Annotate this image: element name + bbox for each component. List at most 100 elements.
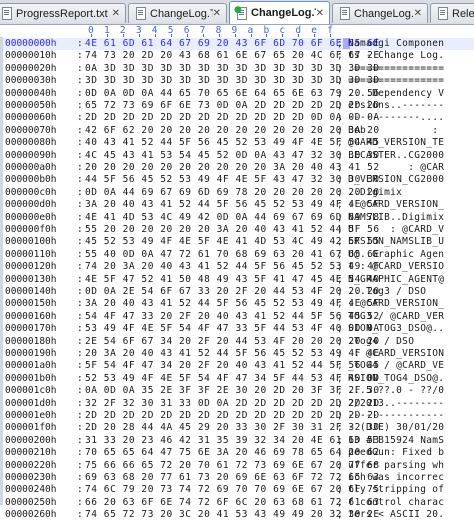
hex-bytes[interactable]: 4E 41 4D 53 4C 49 42 0D 0A 44 69 67 69 6… (85, 212, 380, 224)
ascii-text[interactable]: Namadgi Componen (348, 38, 444, 50)
hex-bytes[interactable]: 54 4F 47 33 20 2F 20 40 43 41 52 44 5F 5… (85, 311, 380, 323)
ascii-text[interactable]: : @CARD_VERSION_ (348, 199, 444, 211)
hex-bytes[interactable]: 69 63 68 20 77 61 73 20 69 6E 63 6F 72 7… (85, 472, 380, 484)
column-separator: ; (337, 112, 343, 124)
ascii-text[interactable]: SION_TOG3_DSO@.. (348, 323, 444, 335)
hex-bytes[interactable]: 55 20 20 20 20 20 20 3A 20 40 43 41 52 4… (85, 224, 380, 236)
column-separator: ; (337, 87, 343, 99)
hex-bytes[interactable]: 44 5F 56 45 52 53 49 4F 4E 5F 43 47 32 3… (85, 174, 380, 186)
hex-bytes[interactable]: 2E 54 6F 67 34 20 2F 20 44 53 4F 20 20 2… (85, 336, 380, 348)
hex-bytes[interactable]: 4E 61 6D 61 64 67 69 20 43 6F 6D 70 6F 6… (85, 38, 380, 50)
hex-bytes[interactable]: 0A 3D 3D 3D 3D 3D 3D 3D 3D 3D 3D 3D 3D 3… (85, 63, 380, 75)
ascii-text[interactable]: t : @CARD_VERSIO (348, 261, 444, 273)
ascii-text[interactable]: LECASTER..CG2000 (348, 150, 444, 162)
hex-bytes[interactable]: 3A 20 40 43 41 52 44 5F 56 45 52 53 49 4… (85, 298, 380, 310)
close-icon[interactable]: ✕ (112, 8, 120, 19)
hex-bytes[interactable]: 0D 0A 2E 54 6F 67 33 20 2F 20 44 53 4F 2… (85, 286, 380, 298)
hex-editor-view[interactable]: 00000000h:4E 61 6D 61 64 67 69 20 43 6F … (0, 37, 474, 520)
tab-label: ChangeLog.TXT (150, 7, 213, 20)
hex-bytes[interactable]: 0D 0A 44 69 67 69 6D 69 78 20 20 20 20 2… (85, 187, 380, 199)
row-address: 00000230h (5, 472, 57, 483)
hex-bytes[interactable]: 2D 2D 2D 2D 2D 2D 2D 2D 2D 2D 2D 2D 0D 0… (85, 112, 380, 124)
hex-bytes[interactable]: 52 53 49 4F 4E 5F 54 4F 47 34 5F 44 53 4… (85, 373, 380, 385)
close-icon[interactable]: ✕ (316, 8, 324, 19)
ascii-text[interactable]: NAMSLIB..Digimix (348, 212, 444, 224)
hex-bytes[interactable]: 75 66 66 65 72 20 70 61 72 73 69 6E 67 2… (85, 460, 380, 472)
hex-bytes[interactable]: 32 2F 32 30 31 33 0D 0A 2D 2D 2D 2D 2D 2… (85, 398, 380, 410)
tab-changelog-active[interactable]: ● ChangeLog.TXT ✕ (229, 1, 330, 24)
hex-bytes[interactable]: 70 65 65 64 47 75 6E 3A 20 46 69 78 65 6… (85, 447, 380, 459)
hex-bytes[interactable]: 3D 3D 3D 3D 3D 3D 3D 3D 3D 3D 3D 3D 3D 3… (85, 75, 380, 87)
hex-bytes[interactable]: 74 65 72 73 20 3C 20 41 53 43 49 49 20 3… (85, 509, 380, 521)
hex-bytes[interactable]: 0D 0A 0D 0A 44 65 70 65 6E 64 65 6E 63 7… (85, 88, 380, 100)
hex-bytes[interactable]: 31 33 20 23 46 42 31 35 39 32 34 20 4E 6… (85, 435, 380, 447)
hex-bytes[interactable]: 40 43 41 52 44 5F 56 45 52 53 49 4F 4E 5… (85, 137, 380, 149)
ascii-text[interactable]: - (DJE) 30/01/20 (348, 422, 444, 434)
ascii-text[interactable]: uffer parsing wh (348, 460, 444, 472)
ascii-text[interactable]: 13 #FB15924 NamS (348, 435, 444, 447)
ascii-text[interactable]: U@..Graphic Agen (348, 249, 444, 261)
hex-bytes[interactable]: 20 20 20 20 20 20 20 20 20 20 3A 20 40 4… (85, 162, 380, 174)
column-separator: ; (337, 174, 343, 186)
ascii-text[interactable]: _TOG4 / @CARD_VE (348, 360, 444, 372)
tab-progressreport[interactable]: ProgressReport.txt ✕ (0, 3, 126, 23)
ascii-text[interactable]: ..Digimix (348, 187, 444, 199)
ascii-text[interactable]: ...5.??.0 - ??/0 (348, 385, 444, 397)
ascii-text[interactable]: ...Tog3 / DSO (348, 286, 444, 298)
ascii-text[interactable]: : @CAR (348, 162, 444, 174)
row-address: 00000180h (5, 335, 57, 347)
ascii-text[interactable]: ================ (348, 75, 444, 87)
row-address: 00000170h (5, 323, 57, 335)
hex-bytes[interactable]: 2D 20 28 44 4A 45 29 20 33 30 2F 30 31 2… (85, 422, 380, 434)
ascii-text[interactable]: tly stripping of (348, 484, 444, 496)
ascii-text[interactable]: ters < ASCII 20. (348, 509, 444, 521)
hex-bytes[interactable]: 5F 54 4F 47 34 20 2F 20 40 43 41 52 44 5… (85, 360, 380, 372)
ascii-text[interactable]: : @CARD_VERSION_ (348, 298, 444, 310)
hex-bytes[interactable]: 4E 5F 47 52 41 50 48 49 43 5F 41 47 45 4… (85, 274, 380, 286)
ascii-text[interactable]: ersions..------- (348, 100, 444, 112)
ascii-text[interactable]: TOG3 / @CARD_VER (348, 311, 444, 323)
hex-bytes[interactable]: 74 6C 79 20 73 74 72 69 70 70 69 6E 67 2… (85, 484, 380, 496)
hex-bytes[interactable]: 45 52 53 49 4F 4E 5F 4E 41 4D 53 4C 49 4… (85, 236, 380, 248)
hex-bytes[interactable]: 0A 0D 0A 35 2E 3F 3F 2E 30 20 2D 20 3F 3… (85, 385, 380, 397)
tab-changelog-1[interactable]: ChangeLog.TXT ✕ (128, 3, 227, 23)
tab-release[interactable]: Relea (430, 3, 474, 23)
address-separator: : (77, 261, 83, 273)
ascii-text[interactable]: ts - Change Log. (348, 50, 444, 62)
ascii-text[interactable]: ich was incorrec (348, 472, 444, 484)
hex-bytes[interactable]: 66 20 63 6F 6E 74 72 6F 6C 20 63 68 61 7… (85, 497, 380, 509)
ascii-text[interactable]: peedGun: Fixed b (348, 447, 444, 459)
address-separator: : (77, 75, 83, 87)
ascii-text[interactable]: ------------.... (348, 112, 444, 124)
hex-bytes[interactable]: 74 73 20 2D 20 43 68 61 6E 67 65 20 4C 6… (85, 50, 380, 62)
ascii-text[interactable]: ....Dependency V (348, 88, 444, 100)
column-separator: ; (337, 360, 343, 372)
hex-bytes[interactable]: 4C 45 43 41 53 54 45 52 0D 0A 43 47 32 3… (85, 150, 380, 162)
ascii-text[interactable]: : @CARD_VERSION (348, 348, 444, 360)
ascii-text[interactable]: f control charac (348, 497, 444, 509)
column-separator: ; (337, 50, 343, 62)
ascii-text[interactable]: .Tog4 / DSO (348, 336, 444, 348)
ascii-text[interactable]: RSION_TOG4_DSO@. (348, 373, 444, 385)
close-icon[interactable]: ✕ (414, 8, 422, 19)
hex-bytes[interactable]: 65 72 73 69 6F 6E 73 0D 0A 2D 2D 2D 2D 2… (85, 100, 380, 112)
ascii-text[interactable]: 2/2013..-------- (348, 398, 444, 410)
ascii-text[interactable]: U : @CARD_V (348, 224, 444, 236)
ascii-text[interactable]: ERSION_NAMSLIB_U (348, 236, 444, 248)
ascii-text[interactable]: Bob : (348, 125, 444, 137)
hex-bytes[interactable]: 53 49 4F 4E 5F 54 4F 47 33 5F 44 53 4F 4… (85, 323, 380, 335)
ascii-text[interactable]: .=============== (348, 63, 444, 75)
hex-bytes[interactable]: 74 20 3A 20 40 43 41 52 44 5F 56 45 52 5… (85, 261, 380, 273)
hex-bytes[interactable]: 2D 2D 2D 2D 2D 2D 2D 2D 2D 2D 2D 2D 2D 2… (85, 410, 380, 422)
hex-bytes[interactable]: 55 40 0D 0A 47 72 61 70 68 69 63 20 41 6… (85, 249, 380, 261)
ascii-text[interactable]: @CARD_VERSION_TE (348, 137, 444, 149)
hex-bytes[interactable]: 20 3A 20 40 43 41 52 44 5F 56 45 52 53 4… (85, 348, 380, 360)
ascii-text[interactable]: N_GRAPHIC_AGENT@ (348, 274, 444, 286)
row-address: 00000160h (5, 310, 57, 322)
close-icon[interactable]: ✕ (213, 8, 221, 19)
ascii-text[interactable]: D_VERSION_CG2000 (348, 174, 444, 186)
hex-bytes[interactable]: 3A 20 40 43 41 52 44 5F 56 45 52 53 49 4… (85, 199, 380, 211)
hex-bytes[interactable]: 42 6F 62 20 20 20 20 20 20 20 20 20 20 2… (85, 125, 380, 137)
tab-changelog-2[interactable]: ChangeLog.txt ✕ (332, 3, 428, 23)
ascii-text[interactable]: ---------------- (348, 410, 444, 422)
